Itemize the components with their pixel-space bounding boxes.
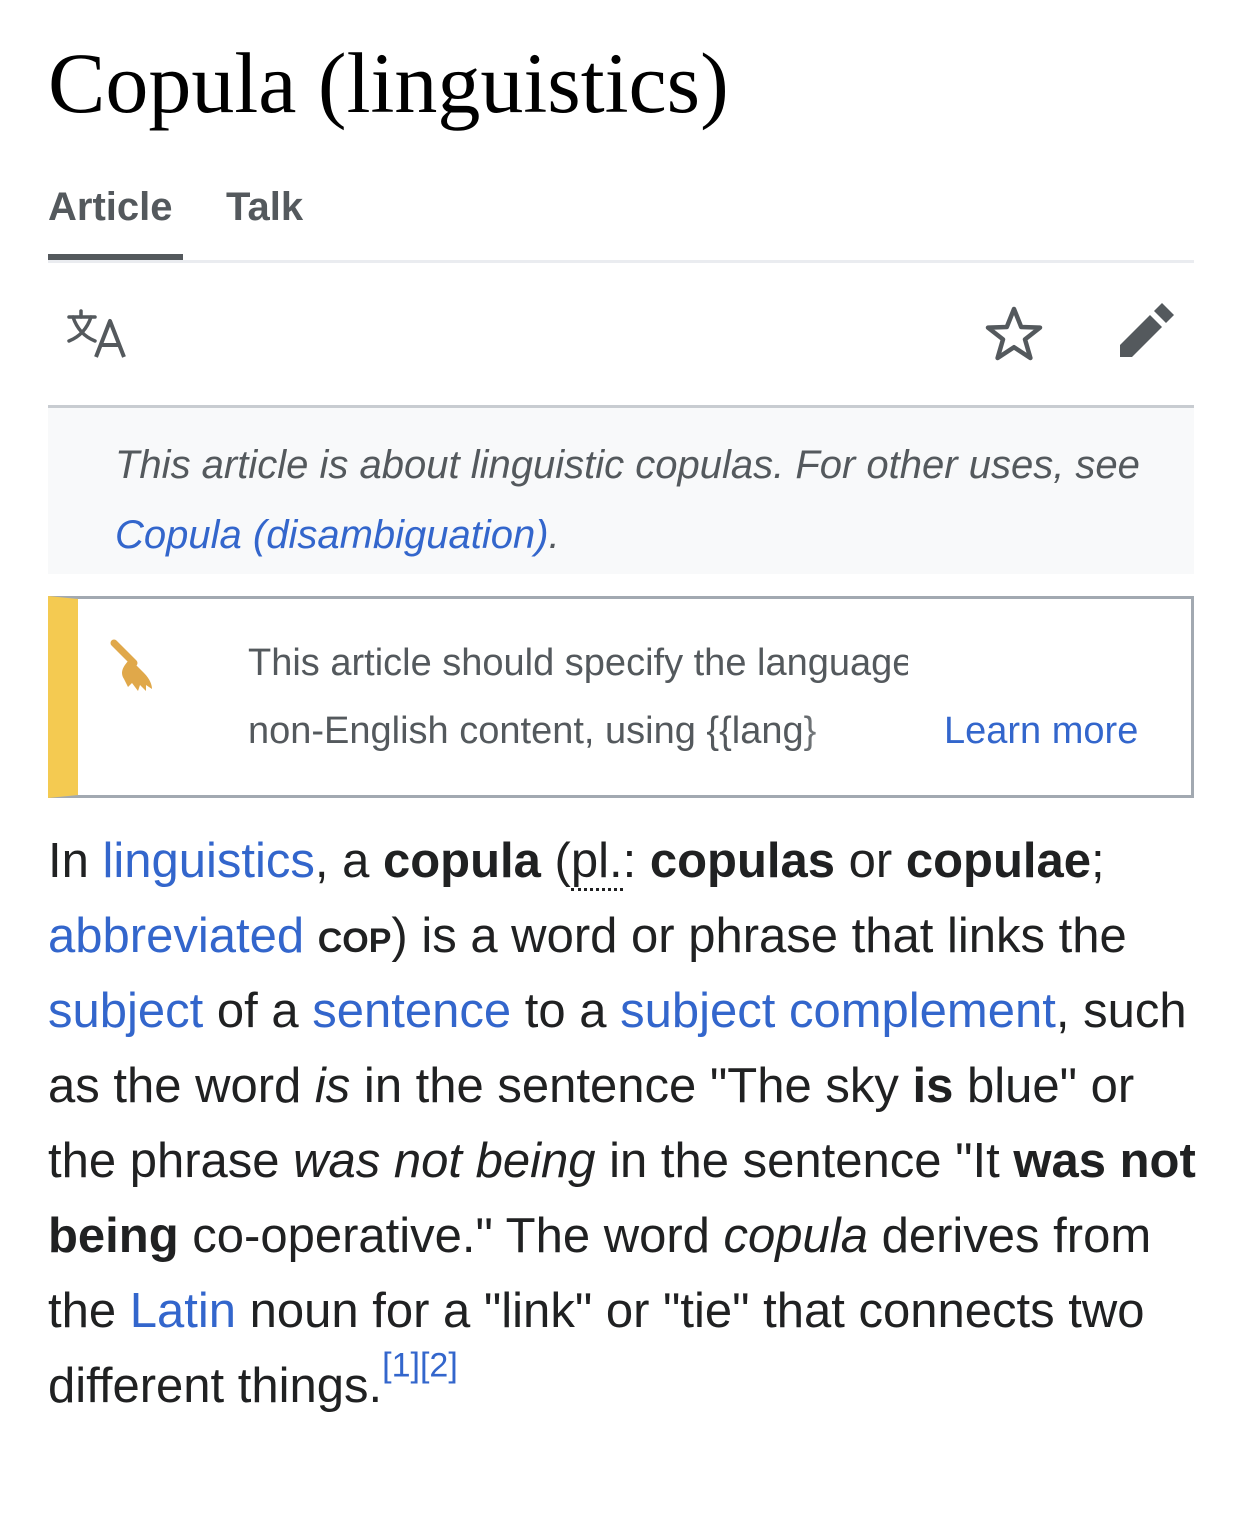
bold-copulas: copulas xyxy=(649,834,836,888)
reference-1[interactable]: [1] xyxy=(382,1347,420,1385)
lead-text: ( xyxy=(540,834,571,888)
link-subject-complement[interactable]: subject complement xyxy=(620,984,1056,1038)
hatnote-text: This article is about linguistic copulas… xyxy=(115,443,1140,487)
lead-text: of a xyxy=(203,984,313,1038)
tab-article[interactable]: Article xyxy=(48,178,183,260)
italic-copula: copula xyxy=(723,1209,868,1263)
issue-notice-fade xyxy=(798,697,918,765)
lead-text: or xyxy=(835,834,906,888)
link-abbreviated[interactable]: abbreviated xyxy=(48,909,304,963)
lead-text: ; xyxy=(1091,834,1105,888)
link-subject[interactable]: subject xyxy=(48,984,203,1038)
lead-text: co-operative." The word xyxy=(178,1209,724,1263)
learn-more-link[interactable]: Learn more xyxy=(944,701,1138,761)
hatnote: This article is about linguistic copulas… xyxy=(48,408,1194,574)
page-actions-toolbar xyxy=(48,263,1194,408)
pencil-icon[interactable] xyxy=(1116,301,1176,366)
reference-2[interactable]: [2] xyxy=(420,1347,458,1385)
link-linguistics[interactable]: linguistics xyxy=(102,834,314,888)
star-icon[interactable] xyxy=(984,305,1044,368)
abbr-plural[interactable]: pl. xyxy=(570,834,623,891)
lead-text xyxy=(304,909,318,963)
italic-is: is xyxy=(314,1059,351,1113)
lead-text: In xyxy=(48,834,103,888)
issue-notice-line-1: This article should specify the language… xyxy=(248,642,908,684)
issue-notice[interactable]: This article should specify the language… xyxy=(48,596,1194,798)
lead-text: in the sentence "The sky xyxy=(350,1059,913,1113)
tab-talk[interactable]: Talk xyxy=(226,178,303,260)
lead-text: to a xyxy=(511,984,621,1038)
page-tabs: Article Talk xyxy=(48,178,1194,263)
lead-text: in the sentence "It xyxy=(595,1134,1014,1188)
disambiguation-link[interactable]: Copula (disambiguation) xyxy=(115,513,549,557)
lead-paragraph: In linguistics, a copula (pl.: copulas o… xyxy=(48,824,1198,1424)
link-sentence[interactable]: sentence xyxy=(312,984,511,1038)
lead-text: , a xyxy=(314,834,383,888)
italic-was-not-being: was not being xyxy=(293,1134,596,1188)
bold-copulae: copulae xyxy=(905,834,1091,888)
page-title: Copula (linguistics) xyxy=(48,35,729,131)
language-icon[interactable] xyxy=(65,309,129,366)
hatnote-period: . xyxy=(548,513,560,557)
bold-copula: copula xyxy=(383,834,541,888)
lead-text: ) is a word or phrase that links the xyxy=(391,909,1127,963)
gloss-cop: cop xyxy=(317,909,392,963)
lead-text: : xyxy=(622,834,650,888)
broom-icon xyxy=(108,639,164,700)
bold-is: is xyxy=(912,1059,954,1113)
link-latin[interactable]: Latin xyxy=(130,1284,236,1338)
